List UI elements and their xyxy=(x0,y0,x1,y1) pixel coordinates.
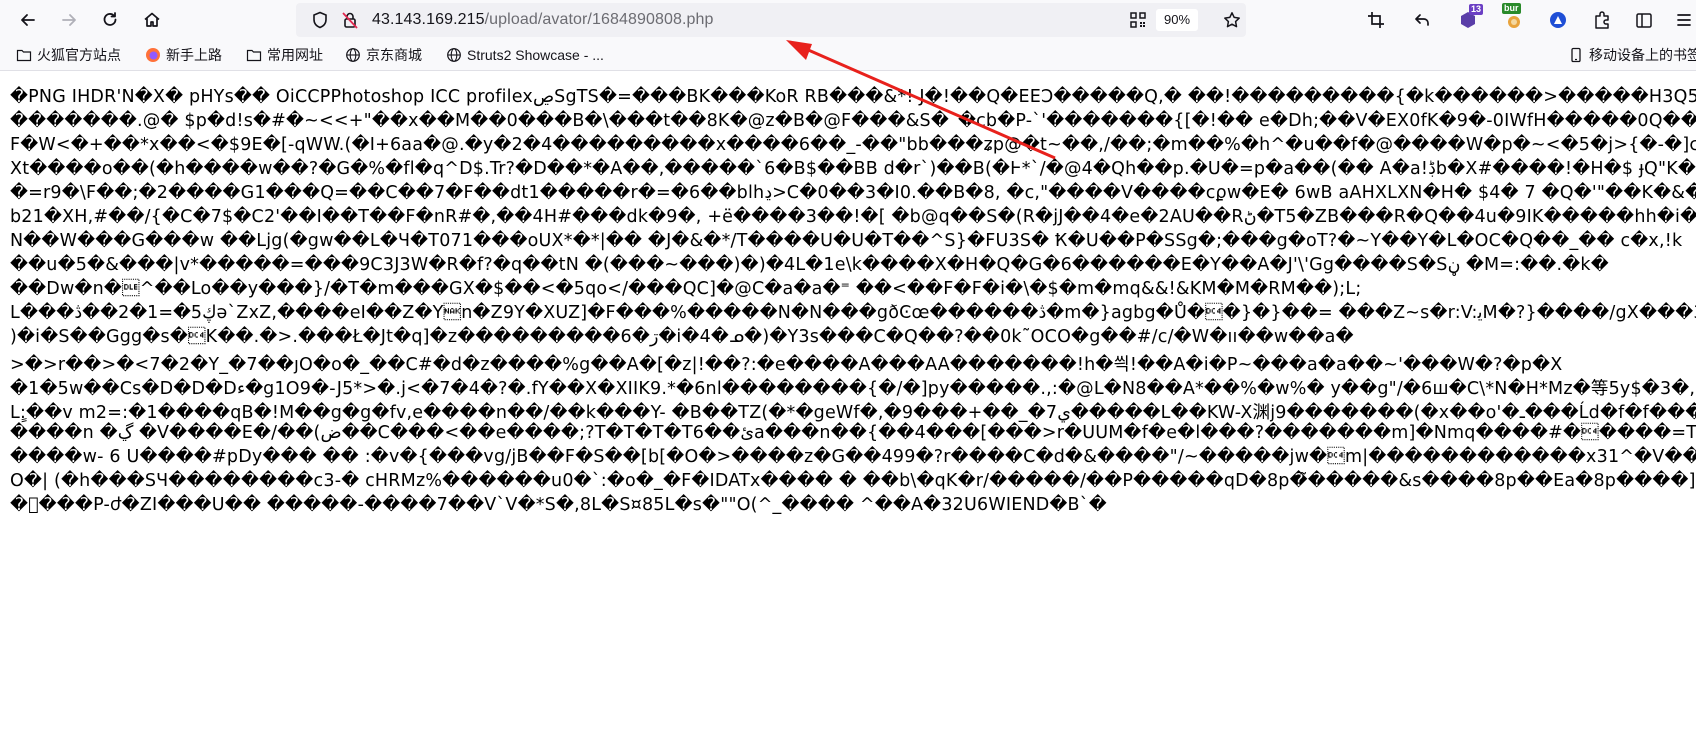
raw-binary-line: ����n �ڲ �V����E�/��(ض��C���<��e����;?T�… xyxy=(10,423,1696,443)
bookmark-item[interactable]: 移动设备上的书签 xyxy=(1568,44,1696,66)
extension-burp-icon[interactable]: bur xyxy=(1500,3,1528,34)
arrow-right-icon xyxy=(62,14,76,26)
url-host: 43.143.169.215 xyxy=(372,11,485,28)
raw-binary-line: O�| (�h���SЧ��������c3-� cHRMz%������u0�… xyxy=(10,471,1696,491)
home-button[interactable] xyxy=(136,4,168,36)
bookmark-label: 移动设备上的书签 xyxy=(1589,47,1696,63)
reload-icon xyxy=(103,12,117,26)
bookmarks-toolbar: 火狐官方站点 新手上路 常用网址 京东商城 Struts2 Showcase -… xyxy=(0,40,1696,71)
menu-icon[interactable] xyxy=(1670,6,1696,34)
bookmark-item[interactable]: 火狐官方站点 xyxy=(16,44,121,66)
raw-binary-line: F�W<�+��*x��<�$9E�[-qWW.(�I+6aa�@.�y�2�4… xyxy=(10,135,1696,155)
raw-binary-line: ��u�5�&���|v*�����=���9C3J3W�R�f?�q��tN … xyxy=(10,255,1609,275)
insecure-lock-icon[interactable] xyxy=(336,6,364,34)
extension-badge-label: bur xyxy=(1502,3,1521,14)
extension-proxy-icon[interactable] xyxy=(1544,6,1572,34)
bookmark-item[interactable]: Struts2 Showcase - ... xyxy=(446,44,604,66)
raw-binary-line: ��ׄ��P-ժ�ZI���U�� �����-����7��V`V�*S�,8… xyxy=(10,495,1107,515)
raw-binary-line: N��W���G���w ��Ljg(�gw��L�Ч�T071���oUX*�… xyxy=(10,231,1683,251)
bookmark-item[interactable]: 常用网址 xyxy=(246,44,323,66)
folder-icon xyxy=(16,47,32,63)
browser-toolbar: 43.143.169.215/upload/avator/1684890808.… xyxy=(0,0,1696,40)
home-icon xyxy=(144,12,160,27)
extension-hackbar-icon[interactable]: 13 xyxy=(1454,4,1484,34)
raw-binary-line: �PNG IHDR'N�X� pHYs�� OiCCPPhotoshop ICC… xyxy=(10,87,1696,107)
folder-icon xyxy=(246,47,262,63)
raw-binary-line: �������.@� $p�d!s�#�~<<+"��x��M��0���B�\… xyxy=(10,111,1696,131)
raw-binary-line: ����w- 6 U����#pDy��� �� :�v�{���vg/jB��… xyxy=(10,447,1696,467)
raw-binary-line: b21�XH,#��/{�C�7$�C2'��I��T��F�nR#�,��4H… xyxy=(10,207,1696,227)
bookmark-label: Struts2 Showcase - ... xyxy=(467,47,604,63)
raw-binary-line: �1�5w��Cs�D�D�Dء�g1O9�-J5*>�.j<�7�4�?�.f… xyxy=(10,379,1696,399)
bookmark-label: 常用网址 xyxy=(267,47,323,63)
page-content: �PNG IHDR'N�X� pHYs�� OiCCPPhotoshop ICC… xyxy=(0,71,1696,736)
raw-binary-line: >�>r��>�<7�2�Y_�7��ȷO�o�_��C#�d�z����%g�… xyxy=(10,355,1563,375)
reload-button[interactable] xyxy=(94,4,126,36)
crop-icon[interactable] xyxy=(1362,6,1390,34)
globe-icon xyxy=(345,47,361,63)
bookmark-label: 火狐官方站点 xyxy=(37,47,121,63)
bookmark-label: 京东商城 xyxy=(366,47,422,63)
url-bar[interactable]: 43.143.169.215/upload/avator/1684890808.… xyxy=(296,3,1246,37)
arrow-left-icon xyxy=(21,14,35,26)
back-button[interactable] xyxy=(12,4,44,36)
bookmark-item[interactable]: 京东商城 xyxy=(345,44,422,66)
globe-icon xyxy=(446,47,462,63)
forward-button[interactable] xyxy=(53,4,85,36)
raw-binary-line: Lٍ:��v m2=:�1����qB�!M��g�g�fv,e����n��/… xyxy=(10,403,1696,423)
undo-icon[interactable] xyxy=(1408,6,1436,34)
raw-binary-line: )�i�S��Ggg�s�K��.�>.���Ł�Jt�q]�z�������… xyxy=(10,327,1354,347)
bookmark-label: 新手上路 xyxy=(166,47,222,63)
raw-binary-line: Xt����o��(�h����w��?�G�%�fl�q^D$.Tr?�D��… xyxy=(10,159,1696,179)
url-text[interactable]: 43.143.169.215/upload/avator/1684890808.… xyxy=(372,3,714,37)
url-path: /upload/avator/1684890808.php xyxy=(484,11,714,28)
bookmark-item[interactable]: 新手上路 xyxy=(145,44,222,66)
extensions-puzzle-icon[interactable] xyxy=(1588,6,1616,34)
raw-binary-line: �=r9�\F��;�2����G1���Q=��C��7�F��dt1����… xyxy=(10,183,1696,203)
bookmark-star-icon[interactable] xyxy=(1218,6,1246,34)
sidebar-toggle-icon[interactable] xyxy=(1630,6,1658,34)
extension-badge-count: 13 xyxy=(1469,4,1484,15)
firefox-icon xyxy=(145,47,161,63)
raw-binary-line: L���ڮ5�=1�2��ڎǝ`ZxZ,����eI��Z�Yn�Z9Y�XU… xyxy=(10,303,1696,323)
shield-icon[interactable] xyxy=(306,6,334,34)
mobile-icon xyxy=(1568,47,1584,63)
qr-code-icon[interactable] xyxy=(1124,6,1152,34)
zoom-level-button[interactable]: 90% xyxy=(1156,9,1199,31)
raw-binary-line: ��Dw�n�^��Lo��y���}/�T�m���GX�$��<�5qo<… xyxy=(10,279,1362,299)
